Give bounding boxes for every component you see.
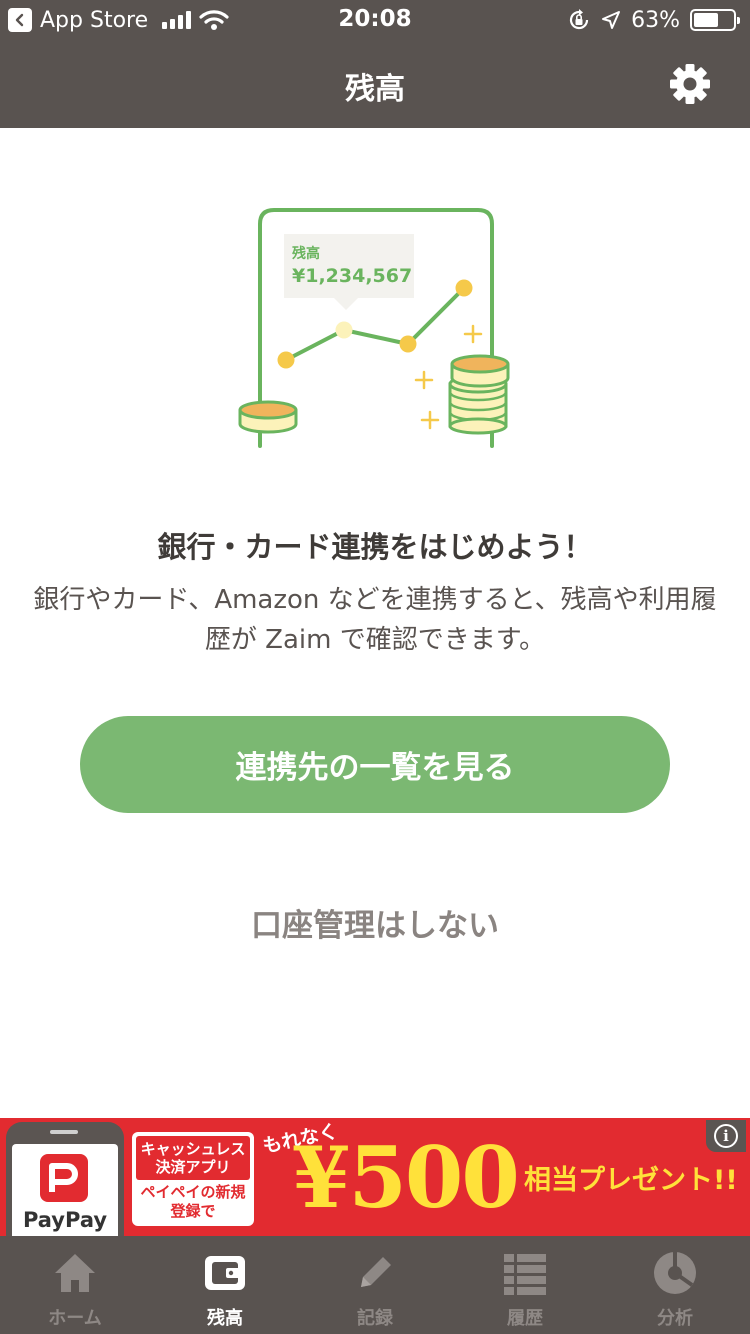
balance-bubble: 残高 ¥1,234,567	[284, 234, 414, 310]
info-icon: i	[714, 1124, 738, 1148]
home-icon	[55, 1254, 95, 1292]
pie-chart-icon	[654, 1252, 696, 1294]
tab-record-label: 記録	[357, 1308, 393, 1329]
battery-fill	[694, 13, 718, 27]
tab-balance-label: 残高	[207, 1308, 243, 1329]
bubble-label: 残高	[292, 245, 320, 262]
balance-illustration: 残高 ¥1,234,567	[238, 208, 510, 448]
ad-price: ¥500	[292, 1128, 520, 1227]
tab-home[interactable]: ホーム	[0, 1236, 150, 1334]
phone-screen: PayPay	[12, 1144, 118, 1236]
ad-box-bottom-text: ペイペイの新規登録で	[140, 1183, 246, 1220]
tab-balance[interactable]: 残高	[150, 1236, 300, 1334]
paypay-phone-illustration: PayPay	[6, 1122, 124, 1236]
onboarding-heading: 銀行・カード連携をはじめよう！	[157, 530, 593, 564]
battery-icon	[690, 9, 740, 31]
battery-percent: 63%	[631, 7, 680, 33]
tab-record[interactable]: 記録	[300, 1236, 450, 1334]
tab-analysis[interactable]: 分析	[600, 1236, 750, 1334]
paypay-brand-text: PayPay	[22, 1208, 108, 1232]
tab-history[interactable]: 履歴	[450, 1236, 600, 1334]
status-bar: App Store 20:08 63%	[0, 0, 750, 40]
ad-box-top-text: キャッシュレス決済アプリ	[136, 1136, 250, 1180]
location-icon	[602, 11, 621, 29]
view-connections-button[interactable]: 連携先の一覧を見る	[80, 716, 670, 813]
gear-icon[interactable]	[668, 62, 712, 106]
coin-icon	[238, 400, 298, 434]
ad-banner[interactable]: PayPay キャッシュレス決済アプリ ペイペイの新規登録で もれなく ¥500…	[0, 1118, 750, 1236]
list-icon	[504, 1254, 546, 1295]
status-right: 63%	[567, 6, 740, 34]
ad-campaign-box: キャッシュレス決済アプリ ペイペイの新規登録で	[132, 1132, 254, 1226]
navigation-bar: 残高	[0, 40, 750, 128]
ad-info-button[interactable]: i	[706, 1120, 746, 1152]
onboarding-description: 銀行やカード、Amazon などを連携すると、残高や利用履歴が Zaim で確認…	[33, 585, 717, 655]
tab-analysis-label: 分析	[657, 1308, 693, 1329]
skip-account-management-link[interactable]: 口座管理はしない	[0, 900, 750, 945]
page-title: 残高	[345, 72, 405, 107]
tab-home-label: ホーム	[48, 1308, 102, 1329]
bubble-amount: ¥1,234,567	[292, 265, 412, 287]
paypay-logo-icon	[40, 1154, 88, 1202]
wallet-icon	[205, 1256, 245, 1290]
pencil-icon	[361, 1257, 391, 1287]
ad-present-text: 相当プレゼント!!	[524, 1165, 738, 1196]
tab-history-label: 履歴	[507, 1308, 543, 1329]
orientation-lock-icon	[570, 9, 589, 30]
phone-speaker	[50, 1130, 78, 1134]
tab-bar: ホーム 残高 記録 履歴 分析	[0, 1236, 750, 1334]
coin-stack-icon	[448, 354, 510, 435]
